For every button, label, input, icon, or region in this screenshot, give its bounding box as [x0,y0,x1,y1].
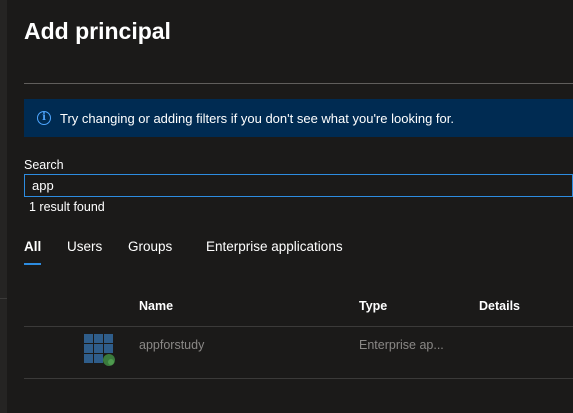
row-type: Enterprise ap... [359,338,444,352]
background-divider [0,298,7,299]
title-divider [24,83,573,84]
info-banner-text: Try changing or adding filters if you do… [60,110,454,126]
table-row-divider [24,378,573,379]
tab-enterprise-applications[interactable]: Enterprise applications [206,239,343,254]
table-row[interactable]: appforstudy Enterprise ap... [24,327,573,378]
row-name: appforstudy [139,338,205,352]
column-header-name[interactable]: Name [139,299,173,313]
enterprise-app-icon [84,334,115,366]
search-input[interactable] [24,174,573,197]
tab-groups[interactable]: Groups [128,239,172,254]
info-banner: i Try changing or adding filters if you … [24,99,573,137]
result-count: 1 result found [29,200,105,214]
column-header-details[interactable]: Details [479,299,520,313]
add-principal-panel: Add principal i Try changing or adding f… [7,0,573,413]
tab-users[interactable]: Users [67,239,102,254]
background-blade-edge [0,0,7,413]
info-icon: i [37,111,51,125]
column-header-type[interactable]: Type [359,299,387,313]
panel-title: Add principal [24,18,171,44]
active-tab-indicator [24,263,41,265]
search-label: Search [24,158,64,172]
tab-all[interactable]: All [24,239,41,254]
